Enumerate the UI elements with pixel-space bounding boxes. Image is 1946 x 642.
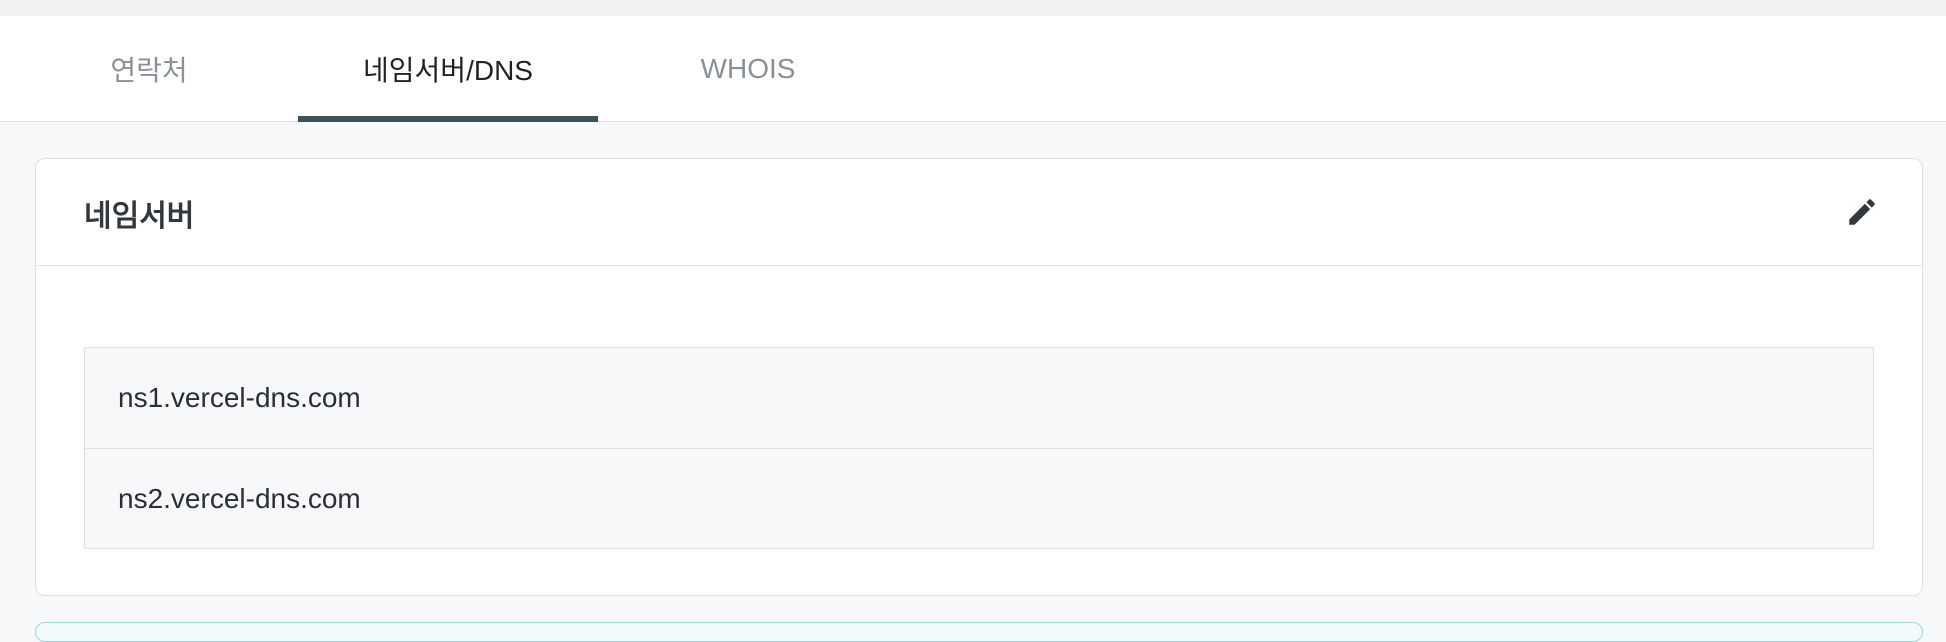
tab-whois-label: WHOIS	[700, 52, 796, 84]
nameserver-card: 네임서버 ns1.vercel-dns.com ns2.vercel-dns.c…	[35, 158, 1923, 596]
top-strip	[0, 0, 1946, 16]
nameserver-list: ns1.vercel-dns.com ns2.vercel-dns.com	[84, 347, 1874, 549]
nameserver-value: ns2.vercel-dns.com	[118, 482, 361, 514]
tab-contacts-label: 연락처	[110, 54, 188, 86]
tab-bar: 연락처 네임서버/DNS WHOIS	[0, 16, 1946, 122]
tab-nameserver-dns[interactable]: 네임서버/DNS	[298, 16, 598, 122]
nameserver-row: ns2.vercel-dns.com	[85, 448, 1873, 548]
nameserver-card-header: 네임서버	[36, 159, 1922, 266]
tab-contacts[interactable]: 연락처	[0, 16, 298, 121]
nameserver-value: ns1.vercel-dns.com	[118, 382, 361, 413]
nameserver-row: ns1.vercel-dns.com	[85, 348, 1873, 448]
pencil-icon	[1849, 199, 1875, 225]
nameserver-card-title: 네임서버	[84, 199, 195, 233]
next-card-edge	[35, 622, 1923, 642]
tab-nameserver-dns-label: 네임서버/DNS	[363, 54, 533, 86]
tab-whois[interactable]: WHOIS	[598, 16, 898, 121]
edit-nameservers-button[interactable]	[1842, 192, 1882, 232]
